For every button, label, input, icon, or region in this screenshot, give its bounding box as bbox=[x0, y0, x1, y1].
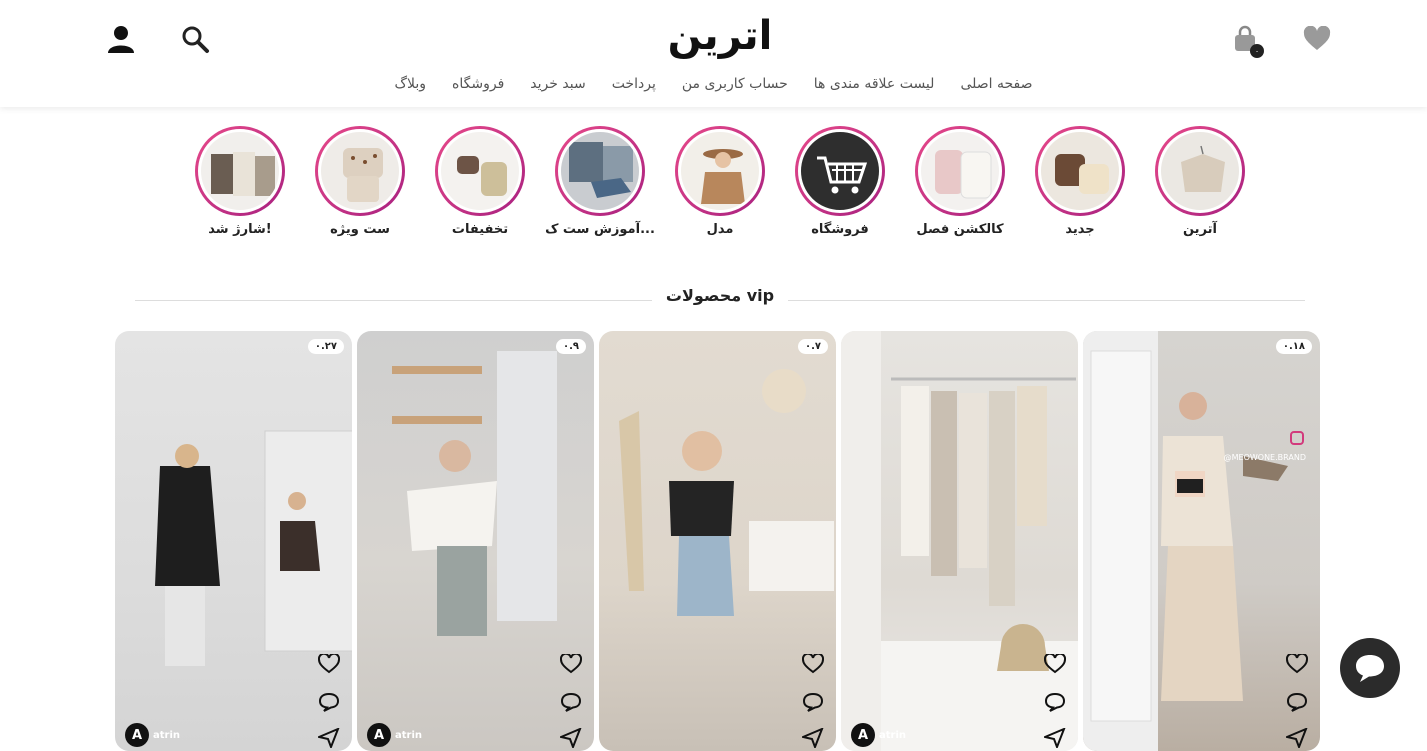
video-card[interactable]: ۰.۷ bbox=[599, 331, 836, 751]
story-item[interactable]: ست ویژه bbox=[300, 126, 420, 237]
brand-logo-icon: A bbox=[851, 723, 875, 747]
user-icon[interactable] bbox=[104, 22, 138, 56]
chat-bubble-icon bbox=[1356, 655, 1384, 682]
share-icon[interactable] bbox=[1284, 725, 1310, 751]
story-item[interactable]: شارژ شد! bbox=[180, 126, 300, 237]
story-thumbnail bbox=[438, 129, 522, 213]
video-card[interactable]: Aatrin bbox=[841, 331, 1078, 751]
story-label: شارژ شد! bbox=[208, 222, 272, 237]
brand-logo-icon: A bbox=[125, 723, 149, 747]
brand-name: atrin bbox=[879, 729, 907, 741]
nav-shop[interactable]: فروشگاه bbox=[452, 76, 504, 92]
brand-name: atrin bbox=[153, 729, 181, 741]
brand-logo-icon: A bbox=[367, 723, 391, 747]
story-item[interactable]: آموزش ست ک... bbox=[540, 126, 660, 237]
section-header: محصولات vip bbox=[135, 286, 1305, 308]
card-image bbox=[155, 430, 352, 666]
story-label: آترین bbox=[1182, 222, 1217, 237]
share-icon[interactable] bbox=[1042, 725, 1068, 751]
video-card[interactable]: ۰.۲۷ Aatrin bbox=[115, 331, 352, 751]
site-logo[interactable]: اترین bbox=[660, 10, 780, 62]
story-label: آموزش ست ک... bbox=[545, 222, 655, 237]
nav-home[interactable]: صفحه اصلی bbox=[960, 76, 1032, 92]
story-thumbnail bbox=[798, 129, 882, 213]
share-icon[interactable] bbox=[316, 725, 342, 751]
story-thumbnail bbox=[1038, 129, 1122, 213]
video-card[interactable]: ۰.۱۸ @MEOWONE.BRAND bbox=[1083, 331, 1320, 751]
story-thumbnail bbox=[1158, 129, 1242, 213]
like-icon[interactable] bbox=[1284, 651, 1310, 677]
card-image bbox=[392, 351, 557, 636]
like-icon[interactable] bbox=[558, 651, 584, 677]
card-image bbox=[841, 331, 1078, 751]
cart-count-badge: ۰ bbox=[1250, 44, 1264, 58]
story-thumbnail bbox=[198, 129, 282, 213]
card-count: ۰.۷ bbox=[797, 339, 828, 354]
chat-button[interactable] bbox=[1340, 638, 1400, 698]
main-nav: صفحه اصلی لیست علاقه مندی ها حساب کاربری… bbox=[0, 76, 1427, 92]
story-thumbnail bbox=[558, 129, 642, 213]
comment-icon[interactable] bbox=[1284, 689, 1310, 715]
nav-account[interactable]: حساب کاربری من bbox=[682, 76, 788, 92]
brand-name: atrin bbox=[395, 729, 423, 741]
like-icon[interactable] bbox=[800, 651, 826, 677]
like-icon[interactable] bbox=[1042, 651, 1068, 677]
instagram-icon bbox=[1290, 431, 1304, 445]
site-header: اترین ۰ صفحه اصلی لیست علاقه مندی ها حسا… bbox=[0, 0, 1427, 107]
card-count: ۰.۱۸ bbox=[1275, 339, 1312, 354]
story-label: تخفیفات bbox=[451, 222, 509, 237]
story-item[interactable]: مدل bbox=[660, 126, 780, 237]
cart-icon bbox=[817, 156, 868, 194]
story-label: مدل bbox=[706, 222, 734, 237]
story-thumbnail bbox=[318, 129, 402, 213]
card-image bbox=[1083, 331, 1288, 751]
share-icon[interactable] bbox=[800, 725, 826, 751]
like-icon[interactable] bbox=[316, 651, 342, 677]
nav-checkout[interactable]: پرداخت bbox=[612, 76, 656, 92]
nav-blog[interactable]: وبلاگ bbox=[395, 76, 427, 92]
comment-icon[interactable] bbox=[316, 689, 342, 715]
comment-icon[interactable] bbox=[558, 689, 584, 715]
story-item[interactable]: جدید bbox=[1020, 126, 1140, 237]
story-label: کالکشن فصل bbox=[916, 222, 1004, 237]
story-thumbnail bbox=[918, 129, 1002, 213]
story-item[interactable]: تخفیفات bbox=[420, 126, 540, 237]
share-icon[interactable] bbox=[558, 725, 584, 751]
vip-products: ۰.۲۷ Aatrin ۰.۹ Aatrin ۰.۷ Aatrin ۰.۱۸ @… bbox=[115, 331, 1321, 751]
story-label: ست ویژه bbox=[330, 222, 390, 237]
card-image bbox=[619, 369, 834, 616]
story-thumbnail bbox=[678, 129, 762, 213]
heart-icon[interactable] bbox=[1300, 22, 1334, 56]
story-item[interactable]: فروشگاه bbox=[780, 126, 900, 237]
comment-icon[interactable] bbox=[800, 689, 826, 715]
story-label: فروشگاه bbox=[811, 222, 869, 237]
search-icon[interactable] bbox=[178, 22, 212, 56]
card-count: ۰.۹ bbox=[555, 339, 586, 354]
brand-tag: Aatrin bbox=[851, 723, 906, 747]
comment-icon[interactable] bbox=[1042, 689, 1068, 715]
nav-cart[interactable]: سبد خرید bbox=[530, 76, 585, 92]
brand-tag: Aatrin bbox=[367, 723, 422, 747]
nav-wishlist[interactable]: لیست علاقه مندی ها bbox=[814, 76, 935, 92]
brand-tag: Aatrin bbox=[125, 723, 180, 747]
story-item[interactable]: کالکشن فصل bbox=[900, 126, 1020, 237]
stories-bar: آترین جدید کالکشن فصل فروشگاه مدل آموزش … bbox=[0, 126, 1427, 246]
section-title: محصولات vip bbox=[651, 286, 789, 305]
story-item[interactable]: آترین bbox=[1140, 126, 1260, 237]
video-card[interactable]: ۰.۹ Aatrin bbox=[357, 331, 594, 751]
bag-icon[interactable]: ۰ bbox=[1228, 22, 1264, 58]
card-count: ۰.۲۷ bbox=[307, 339, 344, 354]
story-label: جدید bbox=[1065, 222, 1095, 237]
card-tag: @MEOWONE.BRAND bbox=[1223, 453, 1306, 462]
